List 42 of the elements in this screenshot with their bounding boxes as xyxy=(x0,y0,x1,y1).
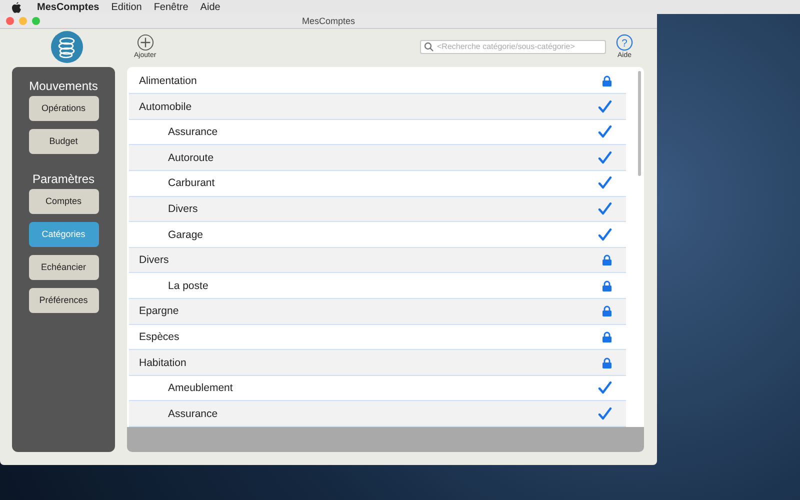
category-name: Carburant xyxy=(167,177,215,190)
sidebar-button[interactable]: Budget xyxy=(28,128,98,154)
coins-logo-icon xyxy=(51,30,83,63)
category-row[interactable]: Automobile xyxy=(129,94,626,120)
sidebar-button[interactable]: Préférences xyxy=(28,288,98,313)
category-name: Assurance xyxy=(167,126,218,138)
menu-item[interactable]: Edition xyxy=(111,2,142,12)
category-row[interactable]: Habitation xyxy=(129,350,626,376)
sidebar-button[interactable]: Echéancier xyxy=(28,254,98,280)
category-name: Espèces xyxy=(138,330,180,343)
menu-item[interactable]: Fenêtre xyxy=(154,2,188,12)
minimize-button[interactable] xyxy=(19,17,27,25)
category-name: Autoroute xyxy=(167,152,214,164)
category-row[interactable]: Espèces xyxy=(129,324,626,350)
category-name: Habitation xyxy=(138,356,186,369)
category-row[interactable]: Epargne xyxy=(129,299,626,325)
category-row[interactable]: Assurance xyxy=(129,401,626,427)
section-title: Mouvements xyxy=(29,78,98,93)
category-row[interactable]: Divers xyxy=(129,196,626,222)
app-menu[interactable]: MesComptes xyxy=(37,2,100,12)
category-name: La poste xyxy=(167,280,208,292)
category-name: Ameublement xyxy=(167,382,233,394)
category-name: Automobile xyxy=(138,100,192,113)
sidebar-button[interactable]: Comptes xyxy=(28,188,98,214)
category-row[interactable]: Divers xyxy=(129,248,626,274)
category-name: Alimentation xyxy=(138,74,197,87)
search-field[interactable]: <Recherche catégorie/sous-catégorie> xyxy=(420,40,606,54)
category-name: Assurance xyxy=(167,408,218,420)
menu-item[interactable]: Aide xyxy=(200,2,220,12)
category-name: Divers xyxy=(167,202,198,215)
category-row[interactable]: Autoroute xyxy=(129,145,626,172)
category-name: Divers xyxy=(138,254,169,266)
section-title: Paramètres xyxy=(32,172,95,186)
scrollbar-thumb[interactable] xyxy=(638,70,641,176)
category-name: Garage xyxy=(167,228,204,241)
category-name: Epargne xyxy=(138,305,179,318)
apple-logo-icon[interactable] xyxy=(12,2,21,12)
sidebar-button[interactable]: Opérations xyxy=(28,96,98,121)
window-title: MesComptes xyxy=(302,16,355,26)
zoom-button[interactable] xyxy=(32,17,40,25)
search-icon xyxy=(424,42,434,52)
close-button[interactable] xyxy=(6,17,14,25)
